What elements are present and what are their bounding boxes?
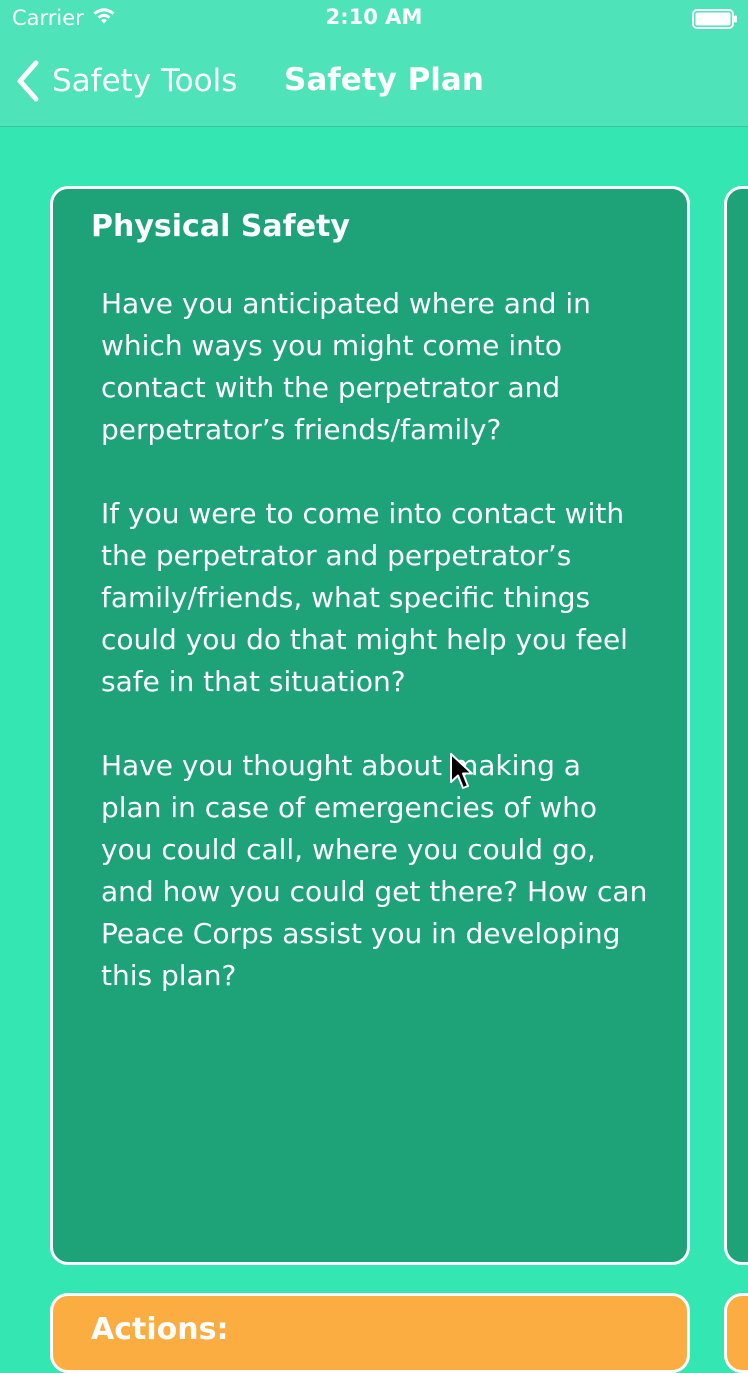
- card-title: Physical Safety: [91, 209, 350, 244]
- actions-card-title: Actions:: [91, 1312, 229, 1347]
- back-button-label: Safety Tools: [52, 63, 238, 99]
- card-paragraph: Have you anticipated where and in which …: [101, 287, 591, 446]
- status-time: 2:10 AM: [325, 5, 423, 29]
- status-bar: Carrier 2:10 AM: [0, 0, 748, 40]
- mouse-pointer-icon: [450, 753, 473, 789]
- back-button[interactable]: Safety Tools: [14, 59, 237, 103]
- navigation-bar: Safety Tools Safety Plan: [0, 40, 748, 127]
- card-paragraph: If you were to come into contact with th…: [101, 497, 628, 698]
- battery-icon: [692, 9, 738, 29]
- next-card-peek[interactable]: [724, 186, 748, 1265]
- card-paragraph: Have you thought about making a plan in …: [101, 749, 648, 992]
- actions-card[interactable]: Actions:: [50, 1293, 690, 1373]
- page-title: Safety Plan: [284, 62, 484, 98]
- card-body: Have you anticipated where and in which …: [101, 283, 649, 1039]
- next-actions-card-peek[interactable]: [724, 1293, 748, 1373]
- chevron-left-icon: [17, 60, 39, 102]
- physical-safety-card[interactable]: Physical Safety Have you anticipated whe…: [50, 186, 690, 1265]
